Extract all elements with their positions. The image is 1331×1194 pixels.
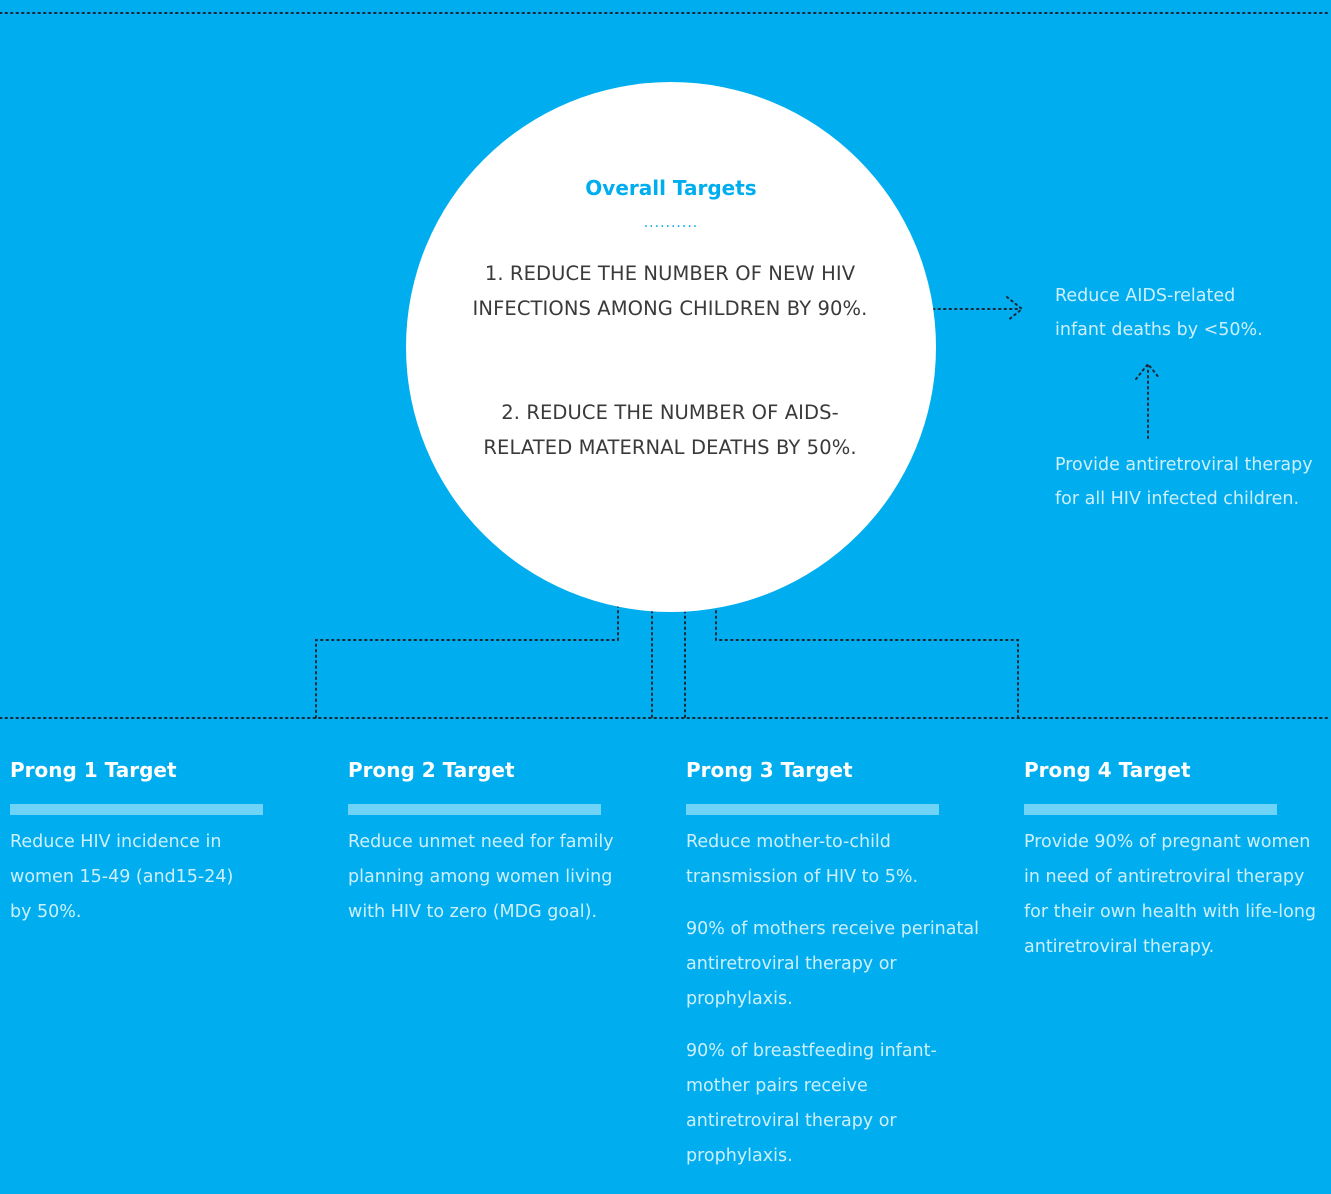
prong-3-title: Prong 3 Target [686,758,853,782]
prong-2-column: Prong 2 Target Reduce unmet need for fam… [348,754,643,947]
prong-3-bar [686,804,939,815]
prong-4-description: Provide 90% of pregnant women in need of… [1024,825,1330,965]
prong-1-paragraph-1: Reduce HIV incidence in women 15-49 (and… [10,832,234,922]
prong-4-bar [1024,804,1277,815]
prong-3-column: Prong 3 Target Reduce mother-to-child tr… [686,754,981,1191]
connector-prong-4 [715,599,1019,719]
prong-4-paragraph-1: Provide 90% of pregnant women in need of… [1024,832,1317,957]
prong-2-title: Prong 2 Target [348,758,515,782]
art-children-target: Provide antiretroviral therapy for all H… [1055,448,1313,516]
overall-target-2: 2. REDUCE THE NUMBER OF AIDS-RELATED MAT… [483,401,857,459]
infant-deaths-line-1: Reduce AIDS-related [1055,286,1236,306]
title-underline-dots: .......... [643,215,699,231]
infant-deaths-target: Reduce AIDS-related infant deaths by <50… [1055,279,1263,347]
prong-1-description: Reduce HIV incidence in women 15-49 (and… [10,825,260,930]
connector-prong-1 [315,599,619,719]
prong-2-paragraph-1: Reduce unmet need for family planning am… [348,832,614,922]
prong-3-paragraph-3: 90% of breastfeeding infant-mother pairs… [686,1041,937,1166]
art-children-line-2: for all HIV infected children. [1055,489,1300,509]
prong-1-column: Prong 1 Target Reduce HIV incidence in w… [10,754,263,947]
prong-3-description: Reduce mother-to-child transmission of H… [686,825,981,1174]
overall-targets-title: Overall Targets [585,176,757,200]
prong-4-title: Prong 4 Target [1024,758,1191,782]
prong-2-bar [348,804,601,815]
prong-3-paragraph-1: Reduce mother-to-child transmission of H… [686,832,919,887]
infant-deaths-line-2: infant deaths by <50%. [1055,320,1263,340]
prong-3-paragraph-2: 90% of mothers receive perinatal antiret… [686,919,979,1009]
overall-targets-circle [406,82,936,612]
prong-1-bar [10,804,263,815]
prong-2-description: Reduce unmet need for family planning am… [348,825,643,930]
art-children-line-1: Provide antiretroviral therapy [1055,455,1313,475]
prong-1-title: Prong 1 Target [10,758,177,782]
prong-4-column: Prong 4 Target Provide 90% of pregnant w… [1024,754,1330,982]
overall-target-1: 1. REDUCE THE NUMBER OF NEW HIV INFECTIO… [472,262,868,320]
